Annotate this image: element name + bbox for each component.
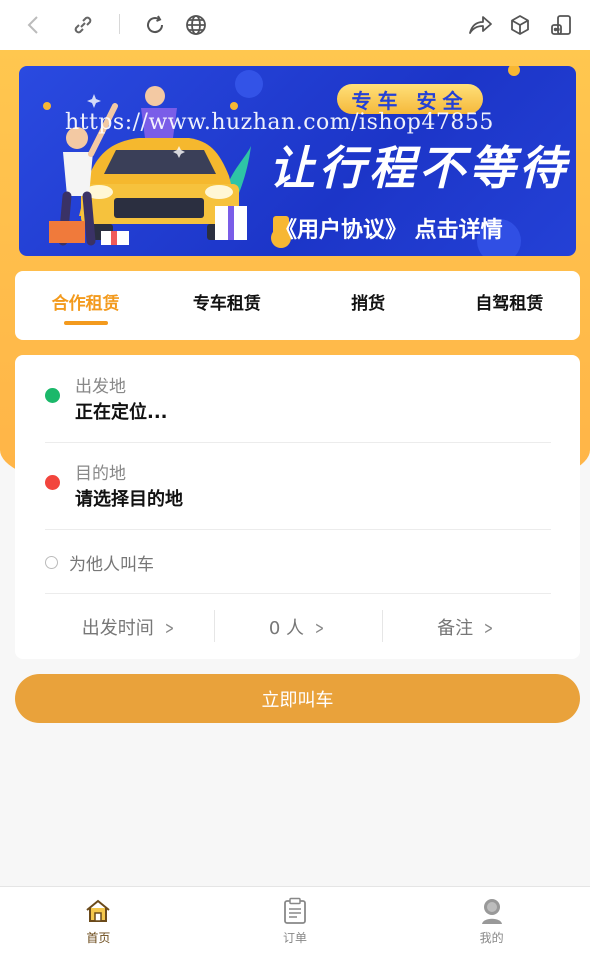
destination-dot-icon [45,475,60,490]
booking-form: 出发地 正在定位... 目的地 请选择目的地 为他人叫车 出发时间 > 0 人 > … [15,355,580,659]
call-for-other-radio[interactable] [45,556,58,569]
note-label: 备注 [437,618,474,639]
note-picker[interactable]: 备注 > [382,610,551,642]
clipboard-icon [281,897,309,925]
globe-icon[interactable] [183,12,209,38]
nav-label-orders: 订单 [283,931,308,945]
origin-label: 出发地 [75,377,126,397]
share-icon[interactable] [467,12,493,38]
destination-label: 目的地 [75,464,126,484]
passenger-count-picker[interactable]: 0 人 > [213,610,383,642]
destination-value: 请选择目的地 [75,489,183,510]
trip-options: 出发时间 > 0 人 > 备注 > [45,595,551,659]
nav-item-orders[interactable]: 订单 [197,887,394,954]
nav-item-profile[interactable]: 我的 [393,887,590,954]
call-for-other-row[interactable]: 为他人叫车 [45,530,551,594]
home-icon [84,897,112,925]
departure-time-label: 出发时间 [81,618,154,639]
promo-banner[interactable]: 专车 安全 让行程不等待 《用户协议》 点击详情 https://www.huz… [19,66,576,256]
banner-agreement-link[interactable]: 《用户协议》 点击详情 [275,212,503,244]
call-car-button[interactable]: 立即叫车 [15,674,580,723]
banner-watermark: https://www.huzhan.com/ishop47855 [65,110,494,135]
tab-cooperative-rental[interactable]: 合作租赁 [15,271,156,340]
chevron-right-icon: > [484,618,494,639]
passenger-count-label: 0 人 [268,618,305,639]
cube-icon[interactable] [507,12,533,38]
departure-time-picker[interactable]: 出发时间 > [45,614,214,640]
origin-value: 正在定位... [75,402,168,423]
browser-toolbar [0,0,590,50]
user-icon [478,897,506,925]
chevron-right-icon: > [315,618,325,639]
refresh-icon[interactable] [142,12,168,38]
chevron-right-icon: > [164,618,174,639]
toolbar-divider [119,14,120,34]
banner-title: 让行程不等待 [269,141,569,195]
nav-item-home[interactable]: 首页 [0,887,197,954]
link-icon[interactable] [70,12,96,38]
tab-self-drive-rental[interactable]: 自驾租赁 [439,271,580,340]
call-for-other-label: 为他人叫车 [69,555,154,575]
tab-private-car-rental[interactable]: 专车租赁 [156,271,297,340]
destination-row[interactable]: 目的地 请选择目的地 [45,442,551,530]
origin-row[interactable]: 出发地 正在定位... [45,355,551,443]
service-tabs: 合作租赁 专车租赁 捎货 自驾租赁 [15,271,580,340]
nav-label-home: 首页 [86,931,111,945]
back-icon[interactable] [20,12,46,38]
bottom-nav: 首页 订单 我的 [0,886,590,954]
miniapp-icon[interactable] [548,12,574,38]
tab-cargo-delivery[interactable]: 捎货 [298,271,439,340]
nav-label-profile: 我的 [479,931,504,945]
origin-dot-icon [45,388,60,403]
